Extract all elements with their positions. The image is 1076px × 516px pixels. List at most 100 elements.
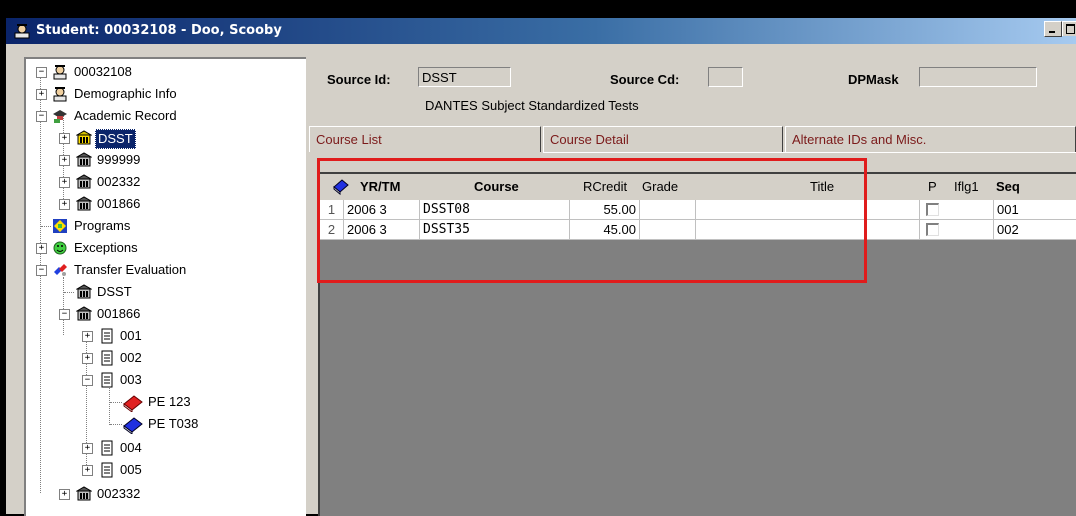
tree-label: Programs — [74, 218, 131, 233]
expand-icon[interactable]: + — [59, 133, 70, 144]
institution-icon — [76, 486, 92, 501]
grid-header: YR/TM Course RCredit Grade Title P Iflg1… — [320, 174, 1076, 200]
tree-node-001[interactable]: + 001 — [26, 327, 296, 347]
tree-node-004[interactable]: + 004 — [26, 439, 296, 459]
table-row[interactable]: 1 2006 3 DSST08 55.00 001 — [320, 200, 1076, 220]
course-grid[interactable]: YR/TM Course RCredit Grade Title P Iflg1… — [318, 172, 1076, 516]
tree-node-academic-record[interactable]: − Academic Record — [26, 107, 296, 127]
cell-flags — [920, 220, 994, 240]
minimize-button[interactable] — [1044, 21, 1062, 37]
programs-icon — [53, 219, 67, 233]
tree-node-course-pet038[interactable]: PE T038 — [26, 415, 296, 435]
tree-node-exceptions[interactable]: + Exceptions — [26, 239, 296, 259]
col-title[interactable]: Title — [810, 179, 834, 194]
tree-node-003[interactable]: − 003 — [26, 371, 296, 391]
col-iflg1[interactable]: Iflg1 — [954, 179, 979, 194]
collapse-icon[interactable]: − — [36, 67, 47, 78]
source-id-label: Source Id: — [327, 72, 391, 87]
row-number: 1 — [320, 200, 344, 220]
tree-node-dsst[interactable]: + DSST — [26, 129, 296, 149]
transfer-icon — [54, 264, 67, 276]
expand-icon[interactable]: + — [82, 353, 93, 364]
col-grade[interactable]: Grade — [642, 179, 678, 194]
student-tree[interactable]: − 00032108 + Demographic Info − Academic… — [24, 57, 306, 516]
source-cd-field[interactable] — [708, 67, 743, 87]
institution-icon — [76, 174, 92, 189]
document-icon — [101, 328, 113, 344]
expand-icon[interactable]: + — [36, 243, 47, 254]
tree-node-transfer-001866[interactable]: − 001866 — [26, 305, 296, 325]
tree-node-001866[interactable]: + 001866 — [26, 195, 296, 215]
tree-line — [41, 226, 51, 227]
tree-label: PE T038 — [148, 416, 199, 431]
title-bar[interactable]: Student: 00032108 - Doo, Scooby — [6, 18, 1076, 44]
cell-title[interactable] — [696, 200, 920, 220]
collapse-icon[interactable]: − — [82, 375, 93, 386]
tree-line — [110, 402, 122, 403]
col-p[interactable]: P — [928, 179, 937, 194]
cell-rcredit[interactable]: 55.00 — [570, 200, 640, 220]
tree-node-root[interactable]: − 00032108 — [26, 63, 296, 83]
expand-icon[interactable]: + — [82, 331, 93, 342]
dpmask-field[interactable] — [919, 67, 1037, 87]
expand-icon[interactable]: + — [36, 89, 47, 100]
tab-course-list[interactable]: Course List — [309, 126, 541, 152]
expand-icon[interactable]: + — [82, 443, 93, 454]
cell-yrtm[interactable]: 2006 3 — [344, 200, 420, 220]
tree-label: 004 — [120, 440, 142, 455]
cell-course[interactable]: DSST08 — [420, 200, 570, 220]
tree-label: 003 — [120, 372, 142, 387]
tree-line — [110, 424, 122, 425]
cell-title[interactable] — [696, 220, 920, 240]
col-seq[interactable]: Seq — [996, 179, 1020, 194]
tree-node-course-pe123[interactable]: PE 123 — [26, 393, 296, 413]
cell-rcredit[interactable]: 45.00 — [570, 220, 640, 240]
tree-node-999999[interactable]: + 999999 — [26, 151, 296, 171]
tree-node-002[interactable]: + 002 — [26, 349, 296, 369]
collapse-icon[interactable]: − — [36, 265, 47, 276]
expand-icon[interactable]: + — [59, 177, 70, 188]
source-description: DANTES Subject Standardized Tests — [425, 98, 639, 113]
col-yrtm[interactable]: YR/TM — [360, 179, 400, 194]
smiley-icon — [53, 241, 67, 255]
collapse-icon[interactable]: − — [36, 111, 47, 122]
tree-node-transfer-002332[interactable]: + 002332 — [26, 485, 296, 505]
col-rcredit[interactable]: RCredit — [583, 179, 627, 194]
tab-divider — [543, 152, 1076, 153]
institution-icon — [76, 284, 92, 299]
tree-label-selected: DSST — [95, 129, 136, 149]
cell-course[interactable]: DSST35 — [420, 220, 570, 240]
cell-seq[interactable]: 002 — [994, 220, 1076, 240]
tree-node-transfer-dsst[interactable]: DSST — [26, 283, 296, 303]
table-row[interactable]: 2 2006 3 DSST35 45.00 002 — [320, 220, 1076, 240]
tree-label: 002332 — [97, 486, 141, 501]
tree-label: 001866 — [97, 196, 141, 211]
tree-label: 999999 — [97, 152, 141, 167]
tree-node-demographic[interactable]: + Demographic Info — [26, 85, 296, 105]
tree-label: Transfer Evaluation — [74, 262, 187, 277]
cell-grade[interactable] — [640, 200, 696, 220]
tab-alternate-ids[interactable]: Alternate IDs and Misc. — [785, 126, 1076, 152]
expand-icon[interactable]: + — [59, 199, 70, 210]
tree-node-transfer-evaluation[interactable]: − Transfer Evaluation — [26, 261, 296, 281]
col-course[interactable]: Course — [474, 179, 519, 194]
tree-label: 002 — [120, 350, 142, 365]
tree-label: Exceptions — [74, 240, 138, 255]
tree-label: DSST — [97, 284, 132, 299]
tree-node-002332[interactable]: + 002332 — [26, 173, 296, 193]
document-icon — [101, 372, 113, 388]
tree-node-005[interactable]: + 005 — [26, 461, 296, 481]
cell-yrtm[interactable]: 2006 3 — [344, 220, 420, 240]
cell-grade[interactable] — [640, 220, 696, 240]
source-id-field[interactable]: DSST — [418, 67, 511, 87]
p-checkbox[interactable] — [926, 223, 939, 236]
maximize-button[interactable] — [1062, 21, 1076, 36]
expand-icon[interactable]: + — [59, 489, 70, 500]
p-checkbox[interactable] — [926, 203, 939, 216]
expand-icon[interactable]: + — [59, 155, 70, 166]
tab-course-detail[interactable]: Course Detail — [543, 126, 783, 152]
expand-icon[interactable]: + — [82, 465, 93, 476]
collapse-icon[interactable]: − — [59, 309, 70, 320]
tree-node-programs[interactable]: Programs — [26, 217, 296, 237]
cell-seq[interactable]: 001 — [994, 200, 1076, 220]
